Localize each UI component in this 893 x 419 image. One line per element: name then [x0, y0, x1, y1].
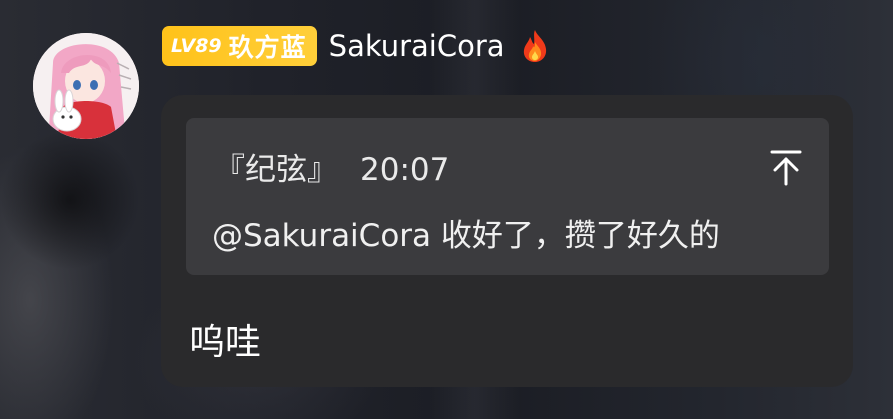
message-text: 呜哇 [189, 322, 262, 363]
username[interactable]: SakuraiCora [329, 29, 505, 63]
quoted-time: 20:07 [360, 152, 450, 188]
background-shadow [0, 130, 140, 270]
quoted-text: @SakuraiCora 收好了，攒了好久的 [212, 218, 720, 254]
quoted-header: 『纪弦』 20:07 [214, 144, 449, 189]
fire-icon [517, 28, 553, 64]
level-label: LV89 [171, 35, 222, 57]
message-header: LV89 玖方蓝 SakuraiCora [162, 24, 553, 68]
group-name: 玖方蓝 [228, 33, 307, 62]
quoted-message[interactable]: 『纪弦』 20:07 @SakuraiCora 收好了，攒了好久的 [186, 118, 829, 275]
quoted-author: 『纪弦』 [214, 152, 338, 188]
level-badge[interactable]: LV89 玖方蓝 [162, 26, 317, 66]
avatar[interactable] [33, 33, 139, 139]
scroll-to-top-icon[interactable] [769, 148, 803, 188]
anime-avatar-icon [33, 33, 139, 139]
message-bubble[interactable]: 『纪弦』 20:07 @SakuraiCora 收好了，攒了好久的 呜哇 [161, 95, 853, 387]
